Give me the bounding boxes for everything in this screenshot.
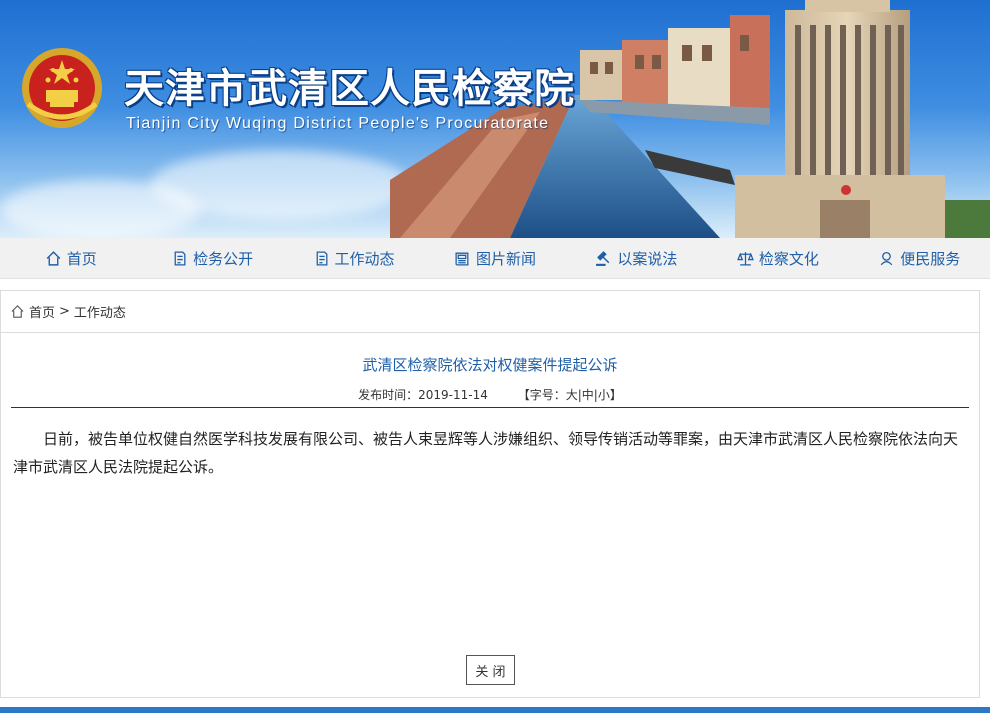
article-meta: 发布时间：2019-11-14 【字号：大|中|小】 [1,386,979,403]
nav-item-work-news[interactable]: 工作动态 [283,238,424,278]
footer-bar [0,707,990,713]
nav-item-label: 便民服务 [900,249,961,268]
article-panel: 首页 > 工作动态 武清区检察院依法对权健案件提起公诉 发布时间：2019-11… [0,290,980,698]
document-icon [316,250,327,266]
nav-item-label: 以案说法 [617,249,678,268]
header-banner: 天津市武清区人民检察院 Tianjin City Wuqing District… [0,0,990,238]
article-body: 日前，被告单位权健自然医学科技发展有限公司、被告人束昱辉等人涉嫌组织、领导传销活… [13,430,959,476]
nav-item-label: 图片新闻 [475,249,536,268]
close-button[interactable]: 关 闭 [466,655,515,685]
publish-date-label: 发布时间： [358,388,419,402]
breadcrumb-home-link[interactable]: 首页 [29,302,55,321]
main-nav: 首页 检务公开 工作动态 图片新闻 以案说法 检察文化 便民服务 [0,238,990,279]
service-icon [880,251,893,265]
nav-item-label: 检务公开 [193,249,254,268]
font-size-switcher: 【字号：大|中|小】 [518,388,622,402]
nav-item-home[interactable]: 首页 [0,238,141,278]
nav-item-photo-news[interactable]: 图片新闻 [424,238,565,278]
procuratorate-emblem-icon [22,48,102,128]
site-title: 天津市武清区人民检察院 [124,66,575,112]
document-icon [174,250,186,266]
font-size-large-link[interactable]: 大 [566,388,578,402]
title-divider [11,407,969,408]
breadcrumb-current-link[interactable]: 工作动态 [74,302,126,321]
nav-item-label: 工作动态 [334,249,395,268]
nav-item-prosecution-disclosure[interactable]: 检务公开 [141,238,282,278]
home-icon [11,305,24,318]
nav-item-label: 首页 [66,249,97,268]
scales-icon [736,251,754,266]
nav-item-case-law[interactable]: 以案说法 [566,238,707,278]
nav-item-procuratorial-culture[interactable]: 检察文化 [707,238,848,278]
news-icon [455,252,469,266]
font-size-medium-link[interactable]: 中 [582,388,594,402]
font-size-suffix: 】 [609,388,622,402]
breadcrumb-separator: > [59,304,70,319]
font-size-prefix: 【字号： [517,388,566,402]
cloud-decoration [0,180,200,238]
nav-item-label: 检察文化 [758,249,819,268]
home-icon [46,250,61,266]
article-title: 武清区检察院依法对权健案件提起公诉 [362,356,618,374]
breadcrumb: 首页 > 工作动态 [1,291,979,333]
font-size-small-link[interactable]: 小 [598,388,610,402]
site-subtitle: Tianjin City Wuqing District People's Pr… [126,115,550,132]
nav-item-public-service[interactable]: 便民服务 [849,238,990,278]
publish-date: 2019-11-14 [418,388,488,402]
gavel-icon [596,250,610,266]
